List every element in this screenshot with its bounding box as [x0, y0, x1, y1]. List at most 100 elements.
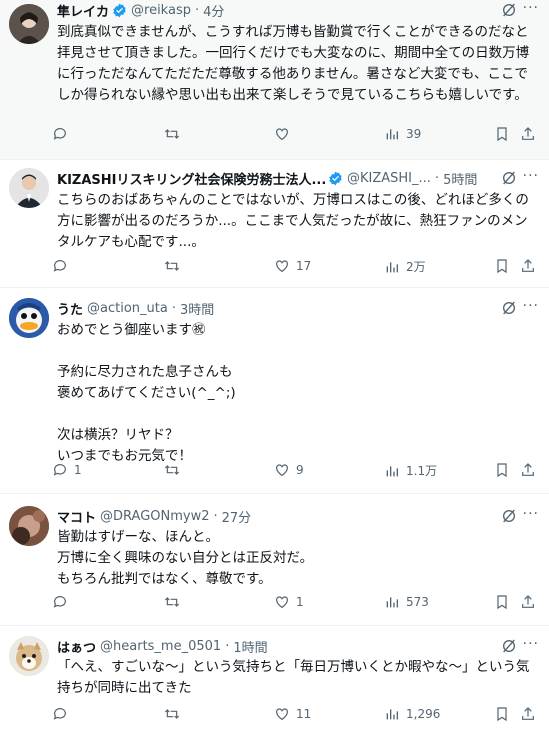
display-name[interactable]: マコト: [57, 507, 96, 526]
post-hearts-me[interactable]: はぁつ @hearts_me_0501 · 1時間 ··· 「へえ、すごいな〜」…: [0, 626, 549, 740]
more-icon[interactable]: ···: [523, 0, 539, 16]
like-icon: [276, 708, 288, 721]
action-bar: 1 573: [52, 594, 534, 614]
share-button[interactable]: [520, 706, 536, 722]
repost-icon: [164, 465, 180, 475]
avatar[interactable]: [9, 636, 49, 676]
like-button[interactable]: 9: [274, 462, 304, 478]
bookmark-icon: [497, 595, 507, 610]
bookmark-button[interactable]: [494, 462, 510, 478]
separator: ·: [194, 2, 200, 18]
reply-icon: [53, 708, 66, 720]
action-bar: 17 2万: [52, 258, 534, 278]
post-kizashi[interactable]: KIZASHIリスキリング社会保険労務士法人... @KIZASHI_... ·…: [0, 160, 549, 288]
like-icon: [276, 464, 288, 477]
reply-button[interactable]: [52, 126, 74, 142]
views-count: 573: [406, 595, 429, 609]
share-button[interactable]: [520, 126, 536, 142]
more-icon[interactable]: ···: [523, 506, 539, 522]
views-button[interactable]: 1,296: [384, 706, 440, 722]
avatar[interactable]: [9, 4, 49, 44]
views-button[interactable]: 2万: [384, 258, 426, 275]
separator: ·: [434, 170, 440, 186]
post-text: おめでとう御座います㊗ 予約に尽力された息子さんも 褒めてあげてください(^_^…: [57, 322, 236, 464]
avatar[interactable]: [9, 168, 49, 208]
reply-button[interactable]: [52, 706, 74, 722]
reply-count: 1: [74, 463, 82, 477]
grok-icon[interactable]: [501, 508, 517, 524]
bookmark-icon: [497, 259, 507, 274]
grok-icon[interactable]: [501, 2, 517, 18]
handle[interactable]: @DRAGONmyw2: [100, 509, 209, 524]
action-bar: 39: [52, 126, 534, 146]
share-button[interactable]: [520, 258, 536, 274]
views-count: 2万: [406, 260, 426, 274]
reply-icon: [53, 596, 66, 608]
share-icon: [522, 463, 534, 476]
share-button[interactable]: [520, 462, 536, 478]
handle[interactable]: @action_uta: [87, 301, 168, 316]
grok-icon[interactable]: [501, 170, 517, 186]
views-icon: [386, 129, 398, 140]
like-count: 9: [296, 463, 304, 477]
timestamp[interactable]: 1時間: [233, 637, 267, 656]
display-name[interactable]: うた: [57, 299, 83, 318]
display-name[interactable]: 隼レイカ: [57, 1, 109, 20]
like-count: 17: [296, 259, 312, 273]
share-button[interactable]: [520, 594, 536, 610]
share-icon: [522, 127, 534, 140]
display-name[interactable]: KIZASHIリスキリング社会保険労務士法人...: [57, 169, 325, 188]
like-button[interactable]: 11: [274, 706, 311, 722]
bookmark-button[interactable]: [494, 594, 510, 610]
like-count: 1: [296, 595, 304, 609]
post-action-uta[interactable]: うた @action_uta · 3時間 ··· おめでとう御座います㊗ 予約に…: [0, 288, 549, 494]
repost-button[interactable]: [164, 462, 186, 478]
views-button[interactable]: 1.1万: [384, 462, 437, 479]
grok-icon[interactable]: [501, 638, 517, 654]
grok-icon[interactable]: [501, 300, 517, 316]
post-text: 到底真似できませんが、こうすれば万博も皆勤賞で行くことができるのだなと拝見させて…: [57, 24, 530, 103]
bookmark-icon: [497, 463, 507, 478]
post-dragonmyw2[interactable]: マコト @DRAGONmyw2 · 27分 ··· 皆勤はすげーな、ほんと。 万…: [0, 494, 549, 626]
like-button[interactable]: [274, 126, 296, 142]
avatar[interactable]: [9, 506, 49, 546]
views-count: 1,296: [406, 707, 441, 721]
like-button[interactable]: 17: [274, 258, 311, 274]
action-bar: 11 1,296: [52, 706, 534, 726]
repost-button[interactable]: [164, 706, 186, 722]
repost-button[interactable]: [164, 594, 186, 610]
views-button[interactable]: 39: [384, 126, 421, 142]
bookmark-button[interactable]: [494, 706, 510, 722]
repost-icon: [164, 597, 180, 607]
views-icon: [386, 597, 398, 608]
reply-button[interactable]: [52, 258, 74, 274]
timestamp[interactable]: 5時間: [443, 169, 477, 188]
repost-icon: [164, 261, 180, 271]
more-icon[interactable]: ···: [523, 298, 539, 314]
timestamp[interactable]: 3時間: [180, 299, 214, 318]
handle[interactable]: @reikasp: [131, 3, 191, 18]
repost-button[interactable]: [164, 258, 186, 274]
post-header: はぁつ @hearts_me_0501 · 1時間: [57, 636, 539, 656]
views-button[interactable]: 573: [384, 594, 429, 610]
reply-button[interactable]: [52, 594, 74, 610]
post-reikasp[interactable]: 隼レイカ @reikasp · 4分 ··· 到底真似できませんが、こうすれば万…: [0, 0, 549, 160]
post-text: 皆勤はすげーな、ほんと。 万博に全く興味のない自分とは正反対だ。 もちろん批判で…: [57, 529, 314, 587]
bookmark-button[interactable]: [494, 258, 510, 274]
display-name[interactable]: はぁつ: [57, 637, 96, 656]
reply-button[interactable]: 1: [52, 462, 82, 478]
handle[interactable]: @KIZASHI_...: [347, 171, 431, 186]
like-count: 11: [296, 707, 312, 721]
repost-button[interactable]: [164, 126, 186, 142]
more-icon[interactable]: ···: [523, 168, 539, 184]
bookmark-button[interactable]: [494, 126, 510, 142]
timestamp[interactable]: 4分: [203, 1, 224, 20]
timestamp[interactable]: 27分: [222, 507, 252, 526]
like-button[interactable]: 1: [274, 594, 304, 610]
handle[interactable]: @hearts_me_0501: [100, 639, 221, 654]
post-text: 「へえ、すごいな〜」という気持ちと「毎日万博いくとか暇やな〜」という気持ちが同時…: [57, 659, 530, 696]
post-header: マコト @DRAGONmyw2 · 27分: [57, 506, 539, 526]
avatar[interactable]: [9, 298, 49, 338]
post-header: 隼レイカ @reikasp · 4分: [57, 0, 539, 20]
more-icon[interactable]: ···: [523, 636, 539, 652]
